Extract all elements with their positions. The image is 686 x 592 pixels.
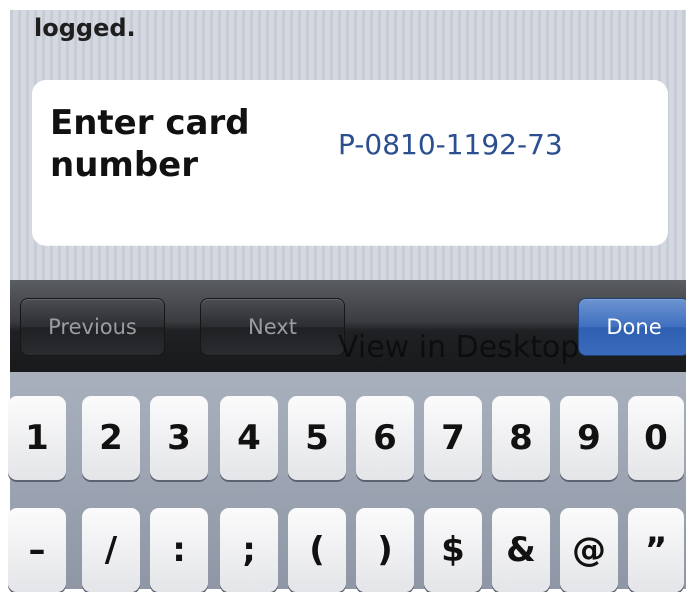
key-dollar[interactable]: $ <box>424 508 482 592</box>
card-number-row[interactable]: Enter card number <box>32 80 668 245</box>
view-in-desktop-overlay: View in Desktop <box>338 330 580 365</box>
key-4[interactable]: 4 <box>220 396 278 480</box>
key-1[interactable]: 1 <box>8 396 66 480</box>
key-5[interactable]: 5 <box>288 396 346 480</box>
previous-button[interactable]: Previous <box>20 298 165 356</box>
card-number-label: Enter card number <box>50 103 250 185</box>
key-3[interactable]: 3 <box>150 396 208 480</box>
key-close-paren[interactable]: ) <box>356 508 414 592</box>
key-dash[interactable]: – <box>8 508 66 592</box>
key-semicolon[interactable]: ; <box>220 508 278 592</box>
key-slash[interactable]: / <box>82 508 140 592</box>
key-6[interactable]: 6 <box>356 396 414 480</box>
key-open-paren[interactable]: ( <box>288 508 346 592</box>
key-9[interactable]: 9 <box>560 396 618 480</box>
card-number-input[interactable] <box>338 128 658 161</box>
key-0[interactable]: 0 <box>628 396 684 480</box>
key-2[interactable]: 2 <box>82 396 140 480</box>
done-button[interactable]: Done <box>578 298 686 356</box>
key-ampersand[interactable]: & <box>492 508 550 592</box>
next-button[interactable]: Next <box>200 298 345 356</box>
key-7[interactable]: 7 <box>424 396 482 480</box>
key-at[interactable]: @ <box>560 508 618 592</box>
key-8[interactable]: 8 <box>492 396 550 480</box>
key-quote[interactable]: ” <box>628 508 684 592</box>
previous-text-fragment: logged. <box>34 14 136 42</box>
numeric-keyboard: 1 2 3 4 5 6 7 8 9 0 – / : ; ( ) $ & @ ” <box>8 372 686 592</box>
key-colon[interactable]: : <box>150 508 208 592</box>
